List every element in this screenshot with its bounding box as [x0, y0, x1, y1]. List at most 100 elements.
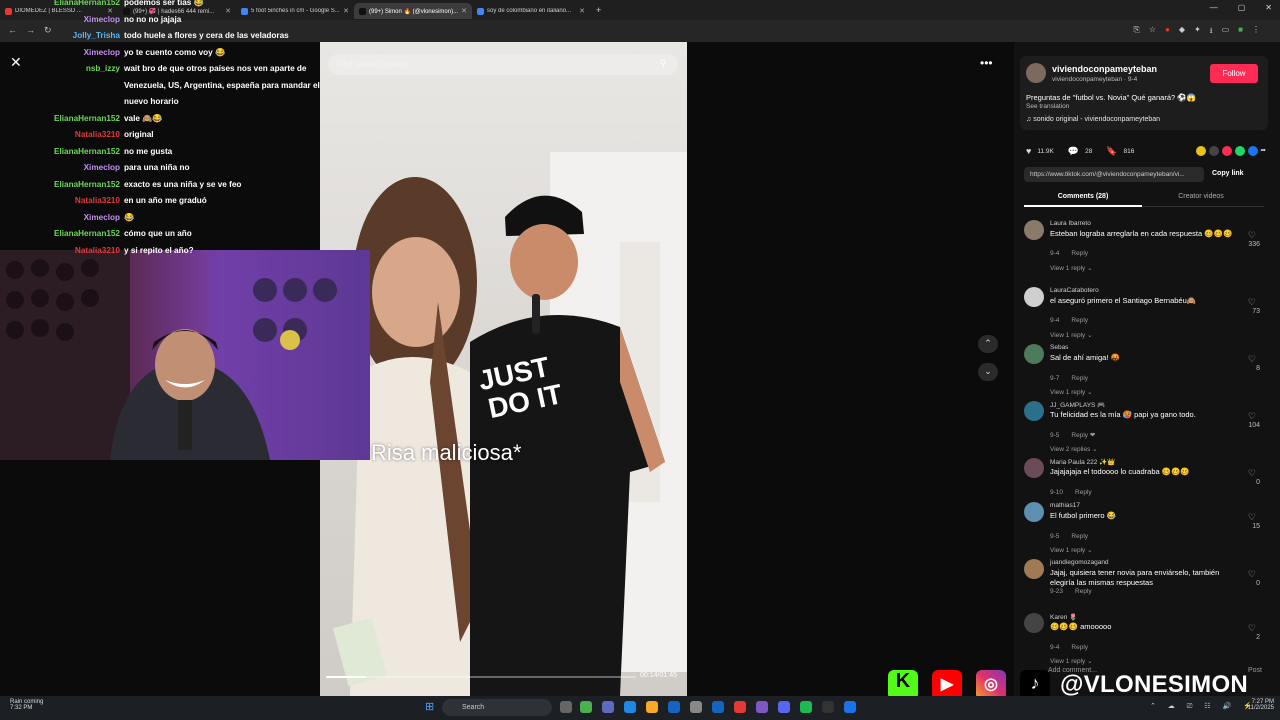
- split-icon[interactable]: ▭: [1222, 25, 1230, 39]
- view-replies-link[interactable]: View 1 reply ⌄: [1050, 331, 1093, 339]
- commenter-name[interactable]: JJ_GAMPLAYS 🎮: [1050, 401, 1105, 409]
- comment-heart-icon[interactable]: ♡: [1248, 297, 1256, 308]
- store-icon[interactable]: [690, 701, 702, 713]
- file-explorer-icon[interactable]: [646, 701, 658, 713]
- close-tab-icon[interactable]: ✕: [579, 7, 585, 15]
- reply-button[interactable]: Reply: [1075, 588, 1092, 595]
- view-replies-link[interactable]: View 1 reply ⌄: [1050, 546, 1093, 554]
- send-icon[interactable]: [1221, 146, 1232, 156]
- chat-username[interactable]: Ximeclop: [0, 163, 124, 172]
- share-arrow-icon[interactable]: ➦: [1261, 146, 1266, 156]
- whatsapp-icon[interactable]: [1234, 146, 1245, 156]
- minimize-button[interactable]: —: [1210, 3, 1218, 12]
- commenter-name[interactable]: juandiegomozagand: [1050, 559, 1109, 566]
- bookmark-star-icon[interactable]: ☆: [1149, 25, 1156, 39]
- reply-button[interactable]: Reply: [1071, 250, 1088, 257]
- weather-widget[interactable]: Rain coming 7:32 PM: [10, 699, 43, 711]
- menu-kebab-icon[interactable]: ⋮: [1252, 25, 1260, 39]
- profile-avatar-icon[interactable]: ■: [1238, 25, 1243, 39]
- tab-comments[interactable]: Comments (28): [1024, 193, 1142, 200]
- chat-username[interactable]: Natalia3210: [0, 130, 124, 139]
- creator-avatar[interactable]: [1026, 63, 1046, 83]
- view-replies-link[interactable]: View 2 replies ⌄: [1050, 445, 1098, 453]
- commenter-name[interactable]: Karen 🌷: [1050, 613, 1077, 621]
- comment-heart-icon[interactable]: ♡: [1248, 354, 1256, 365]
- chat-username[interactable]: [0, 81, 124, 90]
- commenter-avatar[interactable]: [1024, 502, 1044, 522]
- chrome-icon[interactable]: [580, 701, 592, 713]
- sound-link[interactable]: ♫ sonido original - viviendoconpameyteba…: [1026, 116, 1160, 123]
- commenter-name[interactable]: Laura Ibarreto: [1050, 220, 1091, 227]
- taskbar-search[interactable]: Search: [442, 699, 552, 716]
- see-translation-link[interactable]: See translation: [1026, 103, 1069, 110]
- commenter-avatar[interactable]: [1024, 344, 1044, 364]
- post-url-field[interactable]: https://www.tiktok.com/@viviendoconpamey…: [1024, 167, 1204, 182]
- chat-username[interactable]: Ximeclop: [0, 15, 124, 24]
- view-replies-link[interactable]: View 1 reply ⌄: [1050, 657, 1093, 665]
- chat-username[interactable]: Jolly_Trisha: [0, 31, 124, 40]
- task-view-icon[interactable]: [560, 701, 572, 713]
- chat-username[interactable]: ElianaHernan152: [0, 147, 124, 156]
- install-icon[interactable]: ⎘: [1134, 25, 1140, 39]
- chat-username[interactable]: ElianaHernan152: [0, 0, 124, 8]
- commenter-avatar[interactable]: [1024, 220, 1044, 240]
- close-window-button[interactable]: ✕: [1265, 3, 1272, 12]
- tab-creator-videos[interactable]: Creator videos: [1142, 193, 1260, 200]
- commenter-avatar[interactable]: [1024, 613, 1044, 633]
- download-icon[interactable]: ⭳: [1210, 25, 1213, 39]
- facebook-icon[interactable]: [1247, 146, 1258, 156]
- comment-heart-icon[interactable]: ♡: [1248, 230, 1256, 241]
- copy-link-button[interactable]: Copy link: [1212, 170, 1244, 177]
- next-video-button[interactable]: ⌄: [978, 363, 998, 381]
- obs-icon[interactable]: [822, 701, 834, 713]
- follow-button[interactable]: Follow: [1210, 64, 1258, 83]
- bookmark-icon[interactable]: 🔖: [1106, 146, 1117, 157]
- chat-username[interactable]: ElianaHernan152: [0, 114, 124, 124]
- app-icon[interactable]: [712, 701, 724, 713]
- close-tab-icon[interactable]: ✕: [343, 7, 349, 15]
- commenter-name[interactable]: Maria Paula 222 ✨👑: [1050, 458, 1115, 466]
- commenter-name[interactable]: LauraCatabotero: [1050, 287, 1099, 294]
- related-content-search[interactable]: Find related content: [328, 54, 678, 75]
- reply-button[interactable]: Reply ❤: [1071, 432, 1095, 439]
- creator-username[interactable]: viviendoconpameyteban: [1052, 64, 1157, 74]
- heart-icon[interactable]: ♥: [1026, 146, 1031, 156]
- comment-icon[interactable]: 💬: [1068, 146, 1079, 157]
- red-app-icon[interactable]: [734, 701, 746, 713]
- comment-heart-icon[interactable]: ♡: [1248, 569, 1256, 580]
- video-progress-track[interactable]: [326, 676, 636, 678]
- video-player[interactable]: JUST DO IT: [320, 42, 687, 696]
- spotify-icon[interactable]: [800, 701, 812, 713]
- commenter-name[interactable]: mathias17: [1050, 502, 1080, 509]
- chat-username[interactable]: Natalia3210: [0, 196, 124, 205]
- reply-button[interactable]: Reply: [1071, 533, 1088, 540]
- discord-icon[interactable]: [778, 701, 790, 713]
- reply-button[interactable]: Reply: [1071, 317, 1088, 324]
- comment-heart-icon[interactable]: ♡: [1248, 623, 1256, 634]
- close-icon[interactable]: ✕: [10, 54, 22, 71]
- close-tab-icon[interactable]: ✕: [461, 7, 467, 15]
- comment-heart-icon[interactable]: ♡: [1248, 512, 1256, 523]
- edge-icon[interactable]: [624, 701, 636, 713]
- commenter-avatar[interactable]: [1024, 458, 1044, 478]
- copilot-icon[interactable]: [602, 701, 614, 713]
- reply-button[interactable]: Reply: [1075, 489, 1092, 496]
- more-options-icon[interactable]: •••: [980, 56, 993, 70]
- comment-heart-icon[interactable]: ♡: [1248, 411, 1256, 422]
- chat-username[interactable]: [0, 97, 124, 106]
- outlook-icon[interactable]: [668, 701, 680, 713]
- comment-heart-icon[interactable]: ♡: [1248, 468, 1256, 479]
- view-replies-link[interactable]: View 1 reply ⌄: [1050, 388, 1093, 396]
- puzzle-icon[interactable]: ✦: [1194, 25, 1201, 39]
- new-tab-button[interactable]: +: [596, 5, 601, 15]
- previous-video-button[interactable]: ⌃: [978, 335, 998, 353]
- commenter-avatar[interactable]: [1024, 287, 1044, 307]
- chat-username[interactable]: Natalia3210: [0, 246, 124, 255]
- reply-button[interactable]: Reply: [1071, 375, 1088, 382]
- photos-icon[interactable]: [756, 701, 768, 713]
- record-icon[interactable]: ●: [1165, 25, 1170, 39]
- taskbar-clock[interactable]: 7:27 PM 11/2/2025: [1238, 699, 1274, 711]
- view-replies-link[interactable]: View 1 reply ⌄: [1050, 264, 1093, 272]
- search-icon[interactable]: ⚲: [660, 58, 667, 69]
- maximize-button[interactable]: ▢: [1238, 3, 1246, 12]
